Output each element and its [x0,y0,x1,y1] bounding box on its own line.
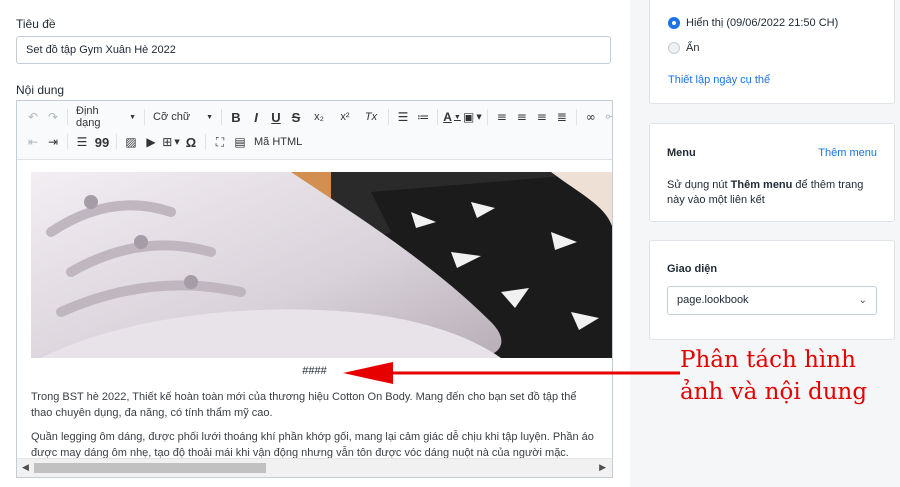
rich-text-editor: ↶ ↷ Định dạng ▼ Cỡ chữ ▼ B I U S x₂ x² Tx [16,100,613,478]
visible-option[interactable]: Hiển thị (09/06/2022 21:50 CH) [668,17,838,29]
font-size-dropdown[interactable]: Cỡ chữ ▼ [149,111,217,123]
html-source-button[interactable]: Mã HTML [251,132,305,152]
hidden-option-label: Ẩn [686,42,700,54]
content-paragraph-2: Quần legging ôm dáng, được phối lưới tho… [31,431,594,459]
scrollbar-thumb[interactable] [34,463,266,473]
strikethrough-button[interactable]: S [287,107,305,127]
annotation-text: Phân tách hình ảnh và nội dung [680,347,868,405]
background-color-icon[interactable]: ▣ ▼ [463,107,482,127]
scroll-left-icon[interactable]: ◀ [22,462,29,473]
menu-description: Sử dụng nút Thêm menu để thêm trang này … [667,179,864,206]
horizontal-scrollbar[interactable]: ◀ ▶ [17,458,612,477]
undo-icon[interactable]: ↶ [24,107,42,127]
toolbar-row-1: ↶ ↷ Định dạng ▼ Cỡ chữ ▼ B I U S x₂ x² Tx [23,105,612,129]
code-icon[interactable]: ▤ [231,132,249,152]
fullscreen-icon[interactable]: ⛶ [211,132,229,152]
menu-title: Menu [667,147,696,159]
unlink-icon[interactable]: ⚯ [602,107,612,127]
link-icon[interactable]: ∞ [582,107,600,127]
redo-icon[interactable]: ↷ [44,107,62,127]
editor-content[interactable]: #### Trong BST hè 2022, Thiết kế hoàn to… [17,159,612,459]
theme-select-value: page.lookbook [677,294,749,306]
theme-title: Giao diện [667,263,718,275]
format-dropdown-label: Định dạng [76,105,101,129]
clear-format-button[interactable]: Tx [359,107,383,127]
horizontal-rule-icon[interactable]: ☰ [73,132,91,152]
superscript-button[interactable]: x² [333,107,357,127]
title-input[interactable]: Set đồ tập Gym Xuân Hè 2022 [16,36,611,64]
main-form-panel: Tiêu đề Set đồ tập Gym Xuân Hè 2022 Nội … [0,0,630,487]
title-label: Tiêu đề [16,17,56,31]
text-color-icon[interactable]: A ▼ [443,107,461,127]
theme-select[interactable]: page.lookbook ⌄ [667,286,877,315]
video-icon[interactable]: ▶ [142,132,160,152]
align-left-icon[interactable]: ≡ [493,107,511,127]
shoe-photo-graphic [31,172,612,358]
font-size-dropdown-label: Cỡ chữ [153,111,191,123]
radio-unselected-icon[interactable] [668,42,680,54]
special-character-button[interactable]: Ω [182,132,200,152]
outdent-icon[interactable]: ⇤ [24,132,42,152]
format-dropdown[interactable]: Định dạng ▼ [72,105,140,129]
hidden-option[interactable]: Ẩn [668,42,699,54]
visible-option-label: Hiển thị (09/06/2022 21:50 CH) [686,17,839,29]
editor-toolbar: ↶ ↷ Định dạng ▼ Cỡ chữ ▼ B I U S x₂ x² Tx [17,101,612,160]
indent-icon[interactable]: ⇥ [44,132,62,152]
annotation-arrow [343,362,680,384]
bullet-list-icon[interactable]: ≔ [414,107,432,127]
bold-button[interactable]: B [227,107,245,127]
menu-card: Menu Thêm menu Sử dụng nút Thêm menu để … [649,123,895,222]
visibility-card: Hiển thị (09/06/2022 21:50 CH) Ẩn Thiết … [649,0,895,104]
content-paragraph-1: Trong BST hè 2022, Thiết kế hoàn toàn mớ… [31,391,577,419]
add-menu-link[interactable]: Thêm menu [818,147,877,159]
align-center-icon[interactable]: ≡ [513,107,531,127]
subscript-button[interactable]: x₂ [307,107,331,127]
scroll-right-icon[interactable]: ▶ [599,462,606,473]
shoe-photo [31,172,612,358]
align-right-icon[interactable]: ≡ [533,107,551,127]
blockquote-button[interactable]: 99 [93,132,111,152]
theme-card: Giao diện page.lookbook ⌄ [649,240,895,340]
schedule-date-link[interactable]: Thiết lập ngày cụ thể [668,74,770,86]
chevron-down-icon: ⌄ [858,295,867,306]
italic-button[interactable]: I [247,107,265,127]
align-justify-icon[interactable]: ≣ [553,107,571,127]
table-icon[interactable]: ⊞ ▼ [162,132,180,152]
underline-button[interactable]: U [267,107,285,127]
image-icon[interactable]: ▨ [122,132,140,152]
chevron-down-icon: ▼ [206,113,213,121]
numbered-list-icon[interactable]: ☰ [394,107,412,127]
annotation-arrow-head [343,362,393,384]
radio-selected-icon[interactable] [668,17,680,29]
content-label: Nội dung [16,83,65,97]
toolbar-row-2: ⇤ ⇥ ☰ 99 ▨ ▶ ⊞ ▼ Ω ⛶ ▤ Mã HTML [23,131,306,153]
chevron-down-icon: ▼ [129,113,136,121]
